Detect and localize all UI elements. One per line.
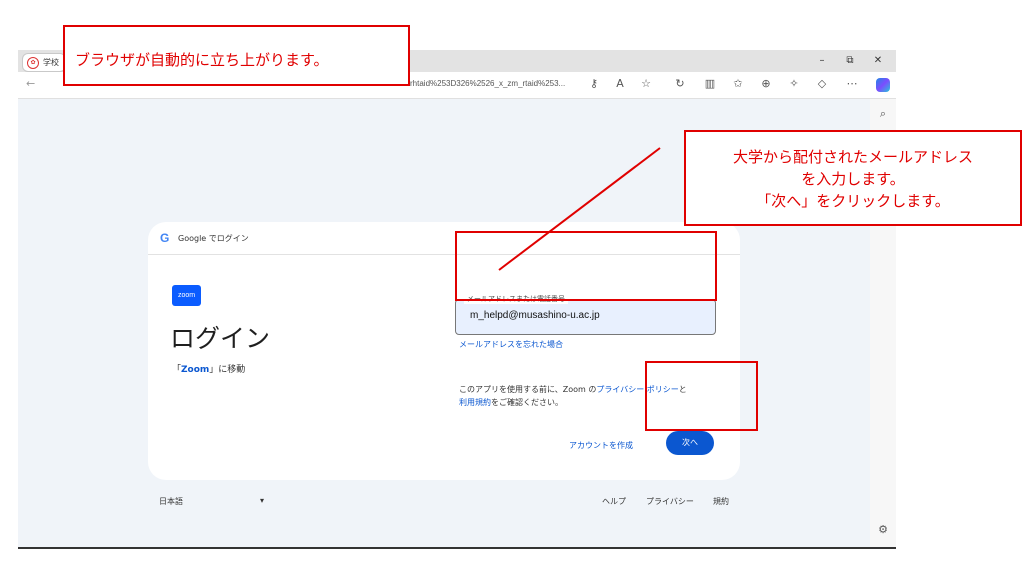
minimize-button[interactable]: –: [808, 50, 836, 72]
tab-label: 学校: [43, 58, 59, 67]
search-icon[interactable]: ⌕: [875, 107, 891, 121]
extensions-icon[interactable]: ✧: [786, 77, 802, 90]
language-select[interactable]: 日本語: [159, 496, 183, 507]
split-screen-icon[interactable]: ▥: [702, 77, 718, 90]
gear-icon[interactable]: ⚙: [875, 523, 891, 536]
header-text: Google でログイン: [178, 234, 249, 243]
copilot-icon[interactable]: [876, 78, 890, 92]
next-button[interactable]: 次へ: [666, 431, 714, 455]
favorite-star-icon[interactable]: ☆: [638, 77, 654, 90]
url-field[interactable]: rhtaid%253D326%2526_x_zm_rtaid%253...: [410, 79, 565, 88]
more-options-icon[interactable]: ⋯: [844, 77, 860, 90]
help-link[interactable]: ヘルプ: [602, 496, 626, 507]
browser-launch-annotation: ブラウザが自動的に立ち上がります。: [63, 25, 410, 86]
subtitle: 「Zoom」に移動: [172, 362, 245, 375]
forgot-email-link[interactable]: メールアドレスを忘れた場合: [459, 339, 563, 350]
restore-button[interactable]: ⧉: [836, 50, 864, 72]
chevron-down-icon[interactable]: ▾: [260, 496, 264, 505]
instructions-line-3: 「次へ」をクリックします。: [756, 192, 950, 210]
email-highlight-box: [455, 231, 717, 301]
back-arrow-icon[interactable]: ←: [26, 77, 35, 90]
consent-line2-suffix: をご確認ください。: [491, 398, 563, 407]
instructions-line-2: を入力します。: [801, 170, 905, 188]
subtitle-suffix: 」に移動: [209, 365, 246, 375]
refresh-icon[interactable]: ↻: [672, 77, 688, 90]
terms-link[interactable]: 利用規約: [459, 398, 491, 407]
subtitle-prefix: 「: [172, 365, 182, 375]
read-aloud-icon[interactable]: A: [612, 77, 628, 90]
browser-essentials-icon[interactable]: ◇: [814, 77, 830, 90]
subtitle-app-name: Zoom: [181, 365, 210, 375]
favicon-icon: ✿: [27, 56, 39, 69]
create-account-link[interactable]: アカウントを作成: [569, 440, 633, 451]
favorites-icon[interactable]: ✩: [730, 77, 746, 90]
email-field-value[interactable]: m_helpd@musashino-u.ac.jp: [470, 310, 600, 321]
zoom-logo: zoom: [172, 285, 201, 306]
footer-terms-link[interactable]: 規約: [713, 496, 729, 507]
google-logo-icon: G: [160, 231, 170, 245]
collections-icon[interactable]: ⊕: [758, 77, 774, 90]
email-field[interactable]: メールアドレスまたは電話番号 m_helpd@musashino-u.ac.jp: [455, 294, 716, 335]
next-button-highlight-box: [645, 361, 758, 431]
instructions-annotation: 大学から配付されたメールアドレス を入力します。 「次へ」をクリックします。: [684, 130, 1022, 226]
browser-tab[interactable]: ✿ 学校: [22, 53, 66, 72]
consent-line1-prefix: このアプリを使用する前に、Zoom の: [459, 385, 597, 394]
privacy-link[interactable]: プライバシー: [646, 496, 694, 507]
instructions-line-1: 大学から配付されたメールアドレス: [732, 148, 973, 166]
language-select-value: 日本語: [159, 497, 183, 506]
key-icon[interactable]: ⚷: [586, 77, 602, 90]
page-title: ログイン: [170, 324, 271, 353]
close-button[interactable]: ✕: [864, 50, 892, 72]
